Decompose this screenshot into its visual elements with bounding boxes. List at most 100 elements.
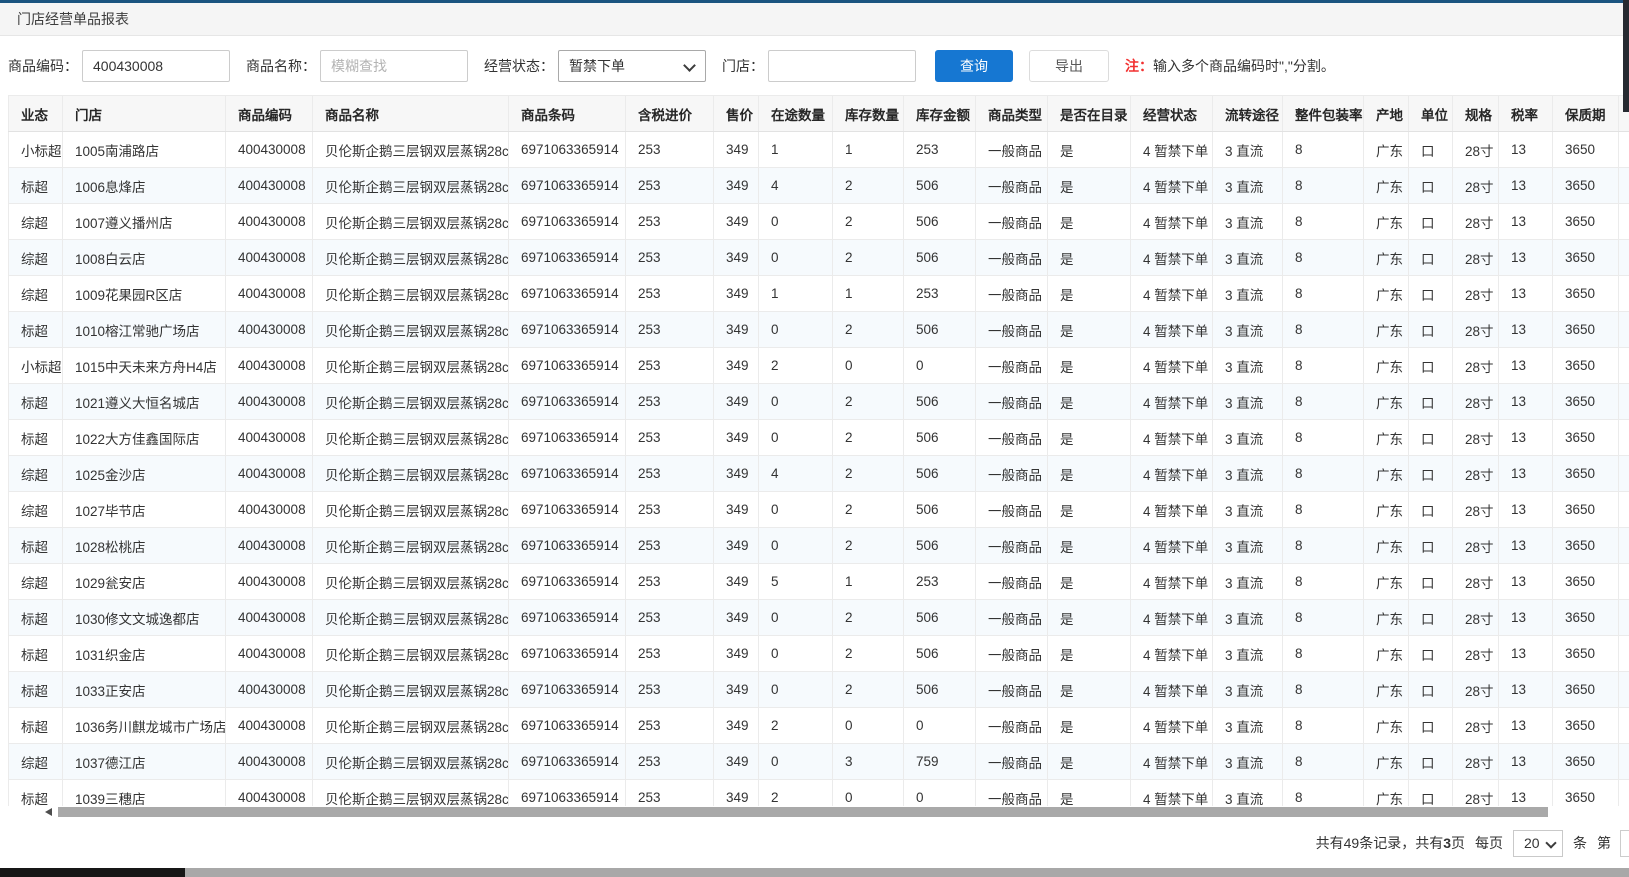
cell-in_catalog: 是 <box>1048 204 1131 240</box>
cell-stock_qty: 2 <box>833 420 904 456</box>
store-input[interactable] <box>768 50 916 82</box>
cell-type: 一般商品 <box>976 636 1048 672</box>
cell-pack_rate: 8 <box>1283 636 1364 672</box>
cell-stock_amt: 506 <box>904 672 976 708</box>
cell-shelf_life: 3650 <box>1553 708 1619 744</box>
cell-yetai: 标超 <box>9 528 63 564</box>
cell-code: 400430008 <box>226 348 313 384</box>
scroll-left-arrow-icon[interactable] <box>45 808 52 816</box>
product-name-label: 商品名称： <box>246 56 316 76</box>
cell-clipped <box>1619 528 1629 564</box>
cell-stock_qty: 1 <box>833 276 904 312</box>
cell-shelf_life: 3650 <box>1553 456 1619 492</box>
cell-stock_amt: 506 <box>904 636 976 672</box>
cell-spec: 28寸 <box>1453 204 1499 240</box>
cell-tax: 13 <box>1499 744 1553 780</box>
cell-barcode: 6971063365914 <box>509 564 626 600</box>
cell-unit: 口 <box>1409 276 1453 312</box>
table-body: 小标超1005南浦路店400430008贝伦斯企鹅三层钢双层蒸锅28cm6971… <box>9 132 1629 807</box>
cell-in_transit: 0 <box>759 672 833 708</box>
cell-shelf_life: 3650 <box>1553 132 1619 168</box>
cell-unit: 口 <box>1409 204 1453 240</box>
product-code-input[interactable] <box>82 50 230 82</box>
cell-tax: 13 <box>1499 528 1553 564</box>
cell-name: 贝伦斯企鹅三层钢双层蒸锅28cm <box>313 276 509 312</box>
table-row: 标超1030修文文城逸都店400430008贝伦斯企鹅三层钢双层蒸锅28cm69… <box>9 600 1629 636</box>
cell-pack_rate: 8 <box>1283 168 1364 204</box>
cell-store: 1008白云店 <box>63 240 226 276</box>
horizontal-scrollbar[interactable] <box>8 806 1621 818</box>
cell-type: 一般商品 <box>976 780 1048 807</box>
cell-price_in: 253 <box>626 528 714 564</box>
column-header-store: 门店 <box>63 96 226 132</box>
query-button[interactable]: 查询 <box>935 50 1013 82</box>
cell-code: 400430008 <box>226 276 313 312</box>
cell-name: 贝伦斯企鹅三层钢双层蒸锅28cm <box>313 744 509 780</box>
cell-price_sell: 349 <box>714 420 759 456</box>
cell-type: 一般商品 <box>976 204 1048 240</box>
cell-stock_amt: 506 <box>904 384 976 420</box>
cell-channel: 3 直流 <box>1213 636 1283 672</box>
cell-type: 一般商品 <box>976 528 1048 564</box>
cell-stock_amt: 506 <box>904 312 976 348</box>
column-header-yetai: 业态 <box>9 96 63 132</box>
page-number-input[interactable] <box>1620 830 1629 857</box>
cell-origin: 广东 <box>1364 204 1409 240</box>
cell-type: 一般商品 <box>976 708 1048 744</box>
cell-type: 一般商品 <box>976 240 1048 276</box>
cell-shelf_life: 3650 <box>1553 168 1619 204</box>
cell-stock_qty: 2 <box>833 636 904 672</box>
cell-in_catalog: 是 <box>1048 240 1131 276</box>
scrollbar-thumb[interactable] <box>58 807 1548 817</box>
column-header-type: 商品类型 <box>976 96 1048 132</box>
cell-channel: 3 直流 <box>1213 384 1283 420</box>
cell-stock_qty: 2 <box>833 456 904 492</box>
status-select[interactable]: 暂禁下单 <box>558 50 706 82</box>
cell-name: 贝伦斯企鹅三层钢双层蒸锅28cm <box>313 168 509 204</box>
cell-stock_amt: 506 <box>904 600 976 636</box>
cell-price_in: 253 <box>626 744 714 780</box>
export-button[interactable]: 导出 <box>1029 50 1109 82</box>
cell-clipped <box>1619 384 1629 420</box>
product-code-label: 商品编码： <box>8 56 78 76</box>
cell-in_transit: 1 <box>759 132 833 168</box>
cell-pack_rate: 8 <box>1283 456 1364 492</box>
table-row: 综超1009花果园R区店400430008贝伦斯企鹅三层钢双层蒸锅28cm697… <box>9 276 1629 312</box>
column-header-pack_rate: 整件包装率 <box>1283 96 1364 132</box>
bottom-bar-dark-segment <box>0 868 185 877</box>
titlebar: 门店经营单品报表 <box>0 3 1629 36</box>
cell-unit: 口 <box>1409 600 1453 636</box>
cell-shelf_life: 3650 <box>1553 780 1619 807</box>
cell-name: 贝伦斯企鹅三层钢双层蒸锅28cm <box>313 204 509 240</box>
cell-yetai: 小标超 <box>9 348 63 384</box>
table-row: 综超1008白云店400430008贝伦斯企鹅三层钢双层蒸锅28cm697106… <box>9 240 1629 276</box>
cell-status: 4 暂禁下单 <box>1131 636 1213 672</box>
cell-name: 贝伦斯企鹅三层钢双层蒸锅28cm <box>313 780 509 807</box>
cell-origin: 广东 <box>1364 780 1409 807</box>
cell-store: 1028松桃店 <box>63 528 226 564</box>
cell-price_sell: 349 <box>714 492 759 528</box>
cell-code: 400430008 <box>226 492 313 528</box>
product-name-input[interactable] <box>320 50 468 82</box>
cell-stock_amt: 506 <box>904 456 976 492</box>
column-header-price_sell: 售价 <box>714 96 759 132</box>
cell-yetai: 综超 <box>9 744 63 780</box>
cell-origin: 广东 <box>1364 276 1409 312</box>
cell-tax: 13 <box>1499 600 1553 636</box>
cell-shelf_life: 3650 <box>1553 636 1619 672</box>
cell-yetai: 标超 <box>9 168 63 204</box>
cell-type: 一般商品 <box>976 420 1048 456</box>
cell-unit: 口 <box>1409 312 1453 348</box>
page-size-select[interactable]: 20 <box>1513 830 1563 857</box>
column-header-stock_qty: 库存数量 <box>833 96 904 132</box>
cell-price_sell: 349 <box>714 564 759 600</box>
cell-clipped <box>1619 348 1629 384</box>
cell-status: 4 暂禁下单 <box>1131 276 1213 312</box>
cell-spec: 28寸 <box>1453 420 1499 456</box>
status-select-value: 暂禁下单 <box>569 58 625 74</box>
cell-origin: 广东 <box>1364 420 1409 456</box>
cell-name: 贝伦斯企鹅三层钢双层蒸锅28cm <box>313 492 509 528</box>
cell-type: 一般商品 <box>976 564 1048 600</box>
cell-clipped <box>1619 240 1629 276</box>
cell-stock_amt: 759 <box>904 744 976 780</box>
